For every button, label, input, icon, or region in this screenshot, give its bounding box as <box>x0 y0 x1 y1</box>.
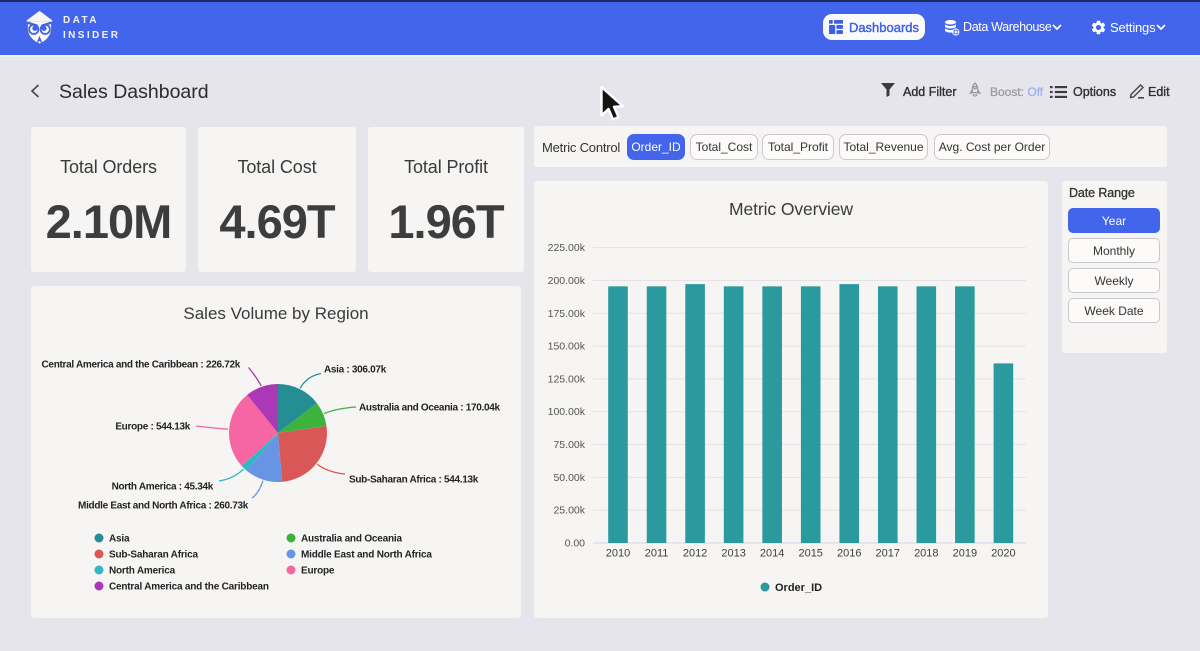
svg-text:2014: 2014 <box>760 548 784 560</box>
svg-text:Australia and Oceania: Australia and Oceania <box>301 534 402 545</box>
svg-text:Europe : 544.13k: Europe : 544.13k <box>115 422 190 433</box>
svg-text:Europe: Europe <box>301 566 335 577</box>
svg-text:Middle East and North Africa: Middle East and North Africa <box>301 550 432 561</box>
svg-text:50.00k: 50.00k <box>553 472 585 484</box>
svg-text:North America: North America <box>109 566 176 577</box>
svg-text:Asia: Asia <box>109 534 130 545</box>
svg-text:2018: 2018 <box>914 548 938 560</box>
svg-text:225.00k: 225.00k <box>548 242 586 254</box>
svg-text:75.00k: 75.00k <box>553 439 585 451</box>
svg-text:2017: 2017 <box>876 548 900 560</box>
svg-text:125.00k: 125.00k <box>548 373 586 385</box>
svg-text:Asia : 306.07k: Asia : 306.07k <box>324 365 387 376</box>
svg-text:Sub-Saharan Africa : 544.13k: Sub-Saharan Africa : 544.13k <box>349 475 479 486</box>
svg-text:2013: 2013 <box>721 548 745 560</box>
svg-text:0.00: 0.00 <box>565 538 586 550</box>
svg-text:2020: 2020 <box>991 548 1015 560</box>
svg-text:North America : 45.34k: North America : 45.34k <box>112 482 214 493</box>
svg-text:200.00k: 200.00k <box>548 275 586 287</box>
svg-text:Central America and the Caribb: Central America and the Caribbean <box>109 582 269 593</box>
svg-text:25.00k: 25.00k <box>553 505 585 517</box>
svg-text:Sub-Saharan Africa: Sub-Saharan Africa <box>109 550 198 561</box>
svg-text:2016: 2016 <box>837 548 861 560</box>
svg-text:2019: 2019 <box>953 548 977 560</box>
svg-text:Middle East and North Africa :: Middle East and North Africa : 260.73k <box>78 501 249 512</box>
svg-text:2010: 2010 <box>606 548 630 560</box>
svg-text:2011: 2011 <box>645 548 669 560</box>
svg-text:2015: 2015 <box>798 548 822 560</box>
svg-text:100.00k: 100.00k <box>548 406 586 418</box>
svg-text:Central America and the Caribb: Central America and the Caribbean : 226.… <box>42 360 241 371</box>
svg-text:Order_ID: Order_ID <box>775 582 822 594</box>
svg-text:150.00k: 150.00k <box>548 341 586 353</box>
svg-text:2012: 2012 <box>683 548 707 560</box>
svg-text:Australia and Oceania : 170.04: Australia and Oceania : 170.04k <box>359 403 501 414</box>
svg-text:175.00k: 175.00k <box>548 308 586 320</box>
